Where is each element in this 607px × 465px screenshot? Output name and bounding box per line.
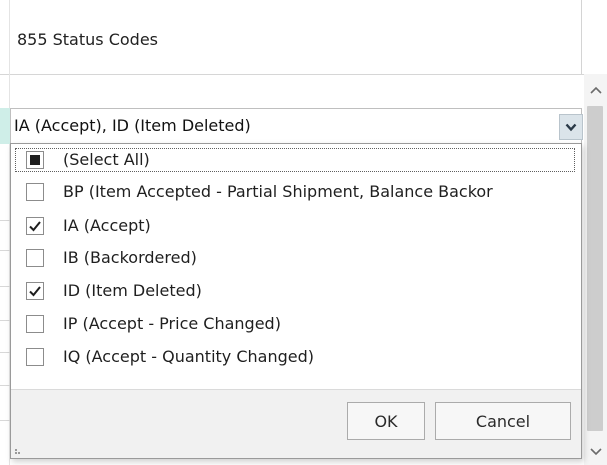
dropdown-button[interactable] bbox=[559, 114, 583, 140]
list-item-label: ID (Item Deleted) bbox=[63, 281, 202, 300]
list-item-bp[interactable]: BP (Item Accepted - Partial Shipment, Ba… bbox=[11, 176, 581, 208]
row-divider bbox=[0, 220, 10, 221]
list-item-select-all[interactable]: (Select All) bbox=[11, 144, 581, 176]
ib-checkbox[interactable] bbox=[26, 249, 44, 267]
bp-checkbox[interactable] bbox=[26, 183, 44, 201]
column-header-855-status-codes[interactable]: 855 Status Codes bbox=[17, 30, 158, 49]
select-all-checkbox[interactable] bbox=[26, 151, 44, 169]
dropdown-footer: OK Cancel bbox=[11, 390, 581, 458]
row-divider bbox=[0, 385, 10, 386]
list-item-label: IA (Accept) bbox=[63, 216, 151, 235]
list-item-ia[interactable]: IA (Accept) bbox=[11, 210, 581, 242]
indeterminate-mark bbox=[30, 155, 40, 165]
combo-value[interactable]: IA (Accept), ID (Item Deleted) bbox=[14, 116, 251, 135]
row-divider bbox=[0, 352, 10, 353]
list-item-label: (Select All) bbox=[63, 150, 150, 169]
ok-button[interactable]: OK bbox=[347, 402, 425, 440]
vertical-scrollbar[interactable] bbox=[584, 74, 607, 465]
row-divider bbox=[0, 250, 10, 251]
list-item-id[interactable]: ID (Item Deleted) bbox=[11, 275, 581, 307]
list-item-label: IQ (Accept - Quantity Changed) bbox=[63, 347, 314, 366]
ip-checkbox[interactable] bbox=[26, 315, 44, 333]
checked-list-dropdown: (Select All) BP (Item Accepted - Partial… bbox=[10, 143, 582, 459]
chevron-down-icon bbox=[565, 123, 577, 131]
checked-list: (Select All) BP (Item Accepted - Partial… bbox=[11, 144, 581, 388]
check-icon bbox=[29, 286, 41, 297]
row-divider bbox=[0, 286, 10, 287]
list-item-label: IP (Accept - Price Changed) bbox=[63, 314, 281, 333]
cancel-button[interactable]: Cancel bbox=[435, 402, 571, 440]
status-codes-combo[interactable]: IA (Accept), ID (Item Deleted) bbox=[10, 108, 583, 144]
scroll-up-icon[interactable] bbox=[584, 78, 607, 102]
ia-checkbox[interactable] bbox=[26, 217, 44, 235]
column-separator bbox=[581, 0, 582, 74]
resize-grip-icon[interactable] bbox=[15, 446, 25, 456]
iq-checkbox[interactable] bbox=[26, 348, 44, 366]
row-divider bbox=[0, 320, 10, 321]
list-item-ip[interactable]: IP (Accept - Price Changed) bbox=[11, 308, 581, 340]
grid-header: 855 Status Codes bbox=[0, 0, 607, 75]
current-row-indicator bbox=[0, 108, 10, 144]
list-item-label: BP (Item Accepted - Partial Shipment, Ba… bbox=[63, 182, 493, 201]
scrollbar-thumb[interactable] bbox=[587, 106, 603, 431]
list-item-label: IB (Backordered) bbox=[63, 248, 197, 267]
list-item-iq[interactable]: IQ (Accept - Quantity Changed) bbox=[11, 341, 581, 373]
row-divider bbox=[0, 420, 10, 421]
id-checkbox[interactable] bbox=[26, 282, 44, 300]
scroll-down-icon[interactable] bbox=[584, 440, 607, 464]
list-item-ib[interactable]: IB (Backordered) bbox=[11, 242, 581, 274]
check-icon bbox=[29, 221, 41, 232]
